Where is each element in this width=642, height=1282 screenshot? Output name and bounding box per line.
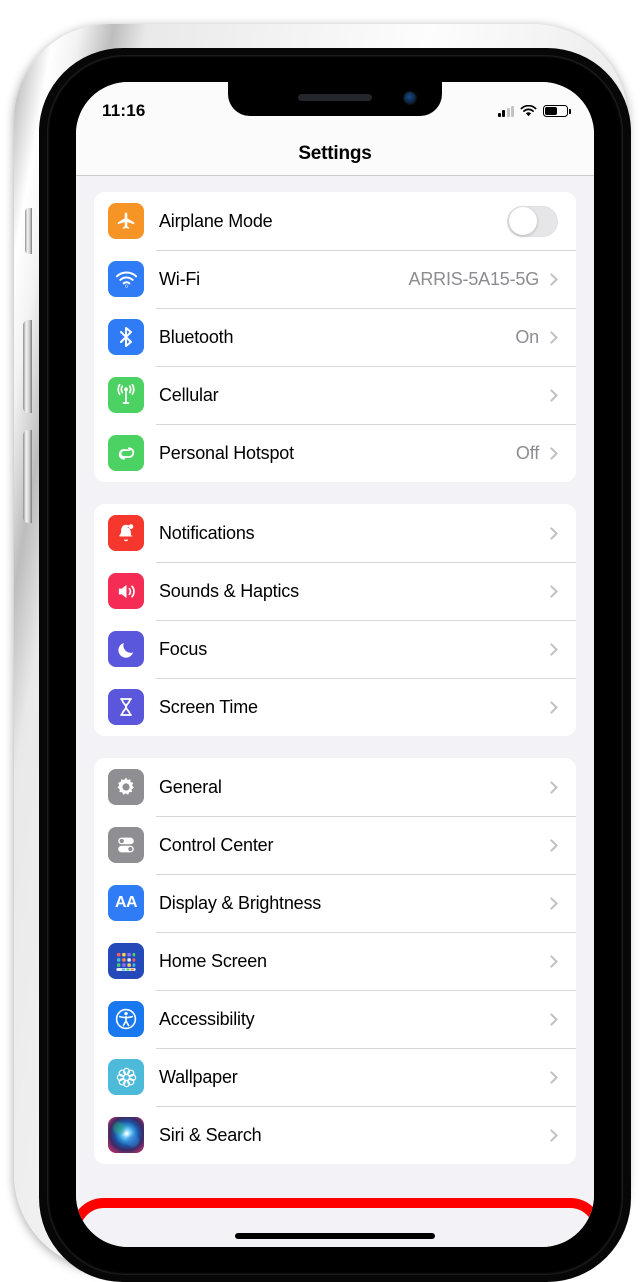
chevron-right-icon [545, 585, 558, 598]
status-bar-icons [498, 97, 569, 117]
settings-row-accessibility[interactable]: Accessibility [94, 990, 576, 1048]
home-screen-grid-icon [108, 943, 144, 979]
settings-row-control-center[interactable]: Control Center [94, 816, 576, 874]
accessibility-icon [108, 1001, 144, 1037]
settings-row-general[interactable]: General [94, 758, 576, 816]
cellular-bars-icon [498, 106, 515, 117]
settings-row-value: ARRIS-5A15-5G [409, 269, 539, 290]
settings-row-cellular[interactable]: Cellular [94, 366, 576, 424]
settings-row-label: Sounds & Haptics [159, 581, 547, 602]
chevron-right-icon [545, 447, 558, 460]
settings-row-label: Cellular [159, 385, 539, 406]
settings-row-label: Home Screen [159, 951, 547, 972]
settings-row-label: Accessibility [159, 1009, 547, 1030]
wifi-icon [520, 105, 537, 117]
chevron-right-icon [545, 273, 558, 286]
device-frame: 11:16 Settings [14, 24, 628, 1270]
settings-row-label: Bluetooth [159, 327, 515, 348]
control-center-toggles-icon [108, 827, 144, 863]
settings-group-connectivity: Airplane Mode Wi-Fi ARRIS-5A15-5G [94, 192, 576, 482]
notch [228, 82, 442, 116]
chevron-right-icon [545, 1013, 558, 1026]
settings-row-notifications[interactable]: Notifications [94, 504, 576, 562]
settings-row-label: Display & Brightness [159, 893, 547, 914]
phone-screen: 11:16 Settings [76, 82, 594, 1247]
chevron-right-icon [545, 839, 558, 852]
airplane-mode-toggle[interactable] [507, 206, 558, 237]
speaker-volume-icon [108, 573, 144, 609]
settings-row-wallpaper[interactable]: Wallpaper [94, 1048, 576, 1106]
bluetooth-icon [108, 319, 144, 355]
page-title: Settings [298, 143, 371, 165]
settings-row-label: Screen Time [159, 697, 547, 718]
volume-down-button[interactable] [23, 430, 32, 523]
settings-row-label: Personal Hotspot [159, 443, 516, 464]
settings-row-label: Wallpaper [159, 1067, 547, 1088]
chevron-right-icon [545, 1129, 558, 1142]
wallpaper-flower-icon [108, 1059, 144, 1095]
settings-row-label: Focus [159, 639, 547, 660]
settings-group-system: General Control Center [94, 758, 576, 1164]
settings-row-label: General [159, 777, 547, 798]
battery-icon [543, 105, 568, 117]
chevron-right-icon [545, 955, 558, 968]
focus-moon-icon [108, 631, 144, 667]
settings-row-airplane-mode[interactable]: Airplane Mode [94, 192, 576, 250]
settings-row-focus[interactable]: Focus [94, 620, 576, 678]
settings-row-screen-time[interactable]: Screen Time [94, 678, 576, 736]
siri-orb-icon [108, 1117, 144, 1153]
wifi-icon [108, 261, 144, 297]
nav-header: Settings [76, 132, 594, 176]
earpiece-speaker-icon [298, 94, 372, 101]
gear-icon [108, 769, 144, 805]
chevron-right-icon [545, 389, 558, 402]
settings-row-personal-hotspot[interactable]: Personal Hotspot Off [94, 424, 576, 482]
settings-row-label: Wi-Fi [159, 269, 409, 290]
front-camera-icon [404, 92, 416, 104]
screen-time-hourglass-icon [108, 689, 144, 725]
notifications-bell-icon [108, 515, 144, 551]
cellular-antenna-icon [108, 377, 144, 413]
settings-row-label: Control Center [159, 835, 547, 856]
chevron-right-icon [545, 527, 558, 540]
settings-row-siri-search[interactable]: Siri & Search [94, 1106, 576, 1164]
settings-group-notifications: Notifications Sounds & Haptics [94, 504, 576, 736]
settings-row-wifi[interactable]: Wi-Fi ARRIS-5A15-5G [94, 250, 576, 308]
settings-row-value: On [515, 327, 539, 348]
settings-row-label: Notifications [159, 523, 547, 544]
settings-list[interactable]: Airplane Mode Wi-Fi ARRIS-5A15-5G [76, 176, 594, 1247]
accessibility-highlight-annotation [76, 1198, 594, 1247]
settings-row-label: Airplane Mode [159, 211, 507, 232]
mute-switch[interactable] [25, 208, 32, 254]
personal-hotspot-icon [108, 435, 144, 471]
status-bar-time: 11:16 [102, 93, 146, 121]
chevron-right-icon [545, 1071, 558, 1084]
chevron-right-icon [545, 781, 558, 794]
volume-up-button[interactable] [23, 320, 32, 413]
settings-row-value: Off [516, 443, 539, 464]
home-indicator[interactable] [235, 1233, 435, 1239]
chevron-right-icon [545, 643, 558, 656]
chevron-right-icon [545, 897, 558, 910]
chevron-right-icon [545, 331, 558, 344]
airplane-icon [108, 203, 144, 239]
chevron-right-icon [545, 701, 558, 714]
settings-row-display-brightness[interactable]: AA Display & Brightness [94, 874, 576, 932]
settings-row-sounds-haptics[interactable]: Sounds & Haptics [94, 562, 576, 620]
settings-row-home-screen[interactable]: Home Screen [94, 932, 576, 990]
settings-row-bluetooth[interactable]: Bluetooth On [94, 308, 576, 366]
display-brightness-aa-icon: AA [108, 885, 144, 921]
settings-row-label: Siri & Search [159, 1125, 547, 1146]
